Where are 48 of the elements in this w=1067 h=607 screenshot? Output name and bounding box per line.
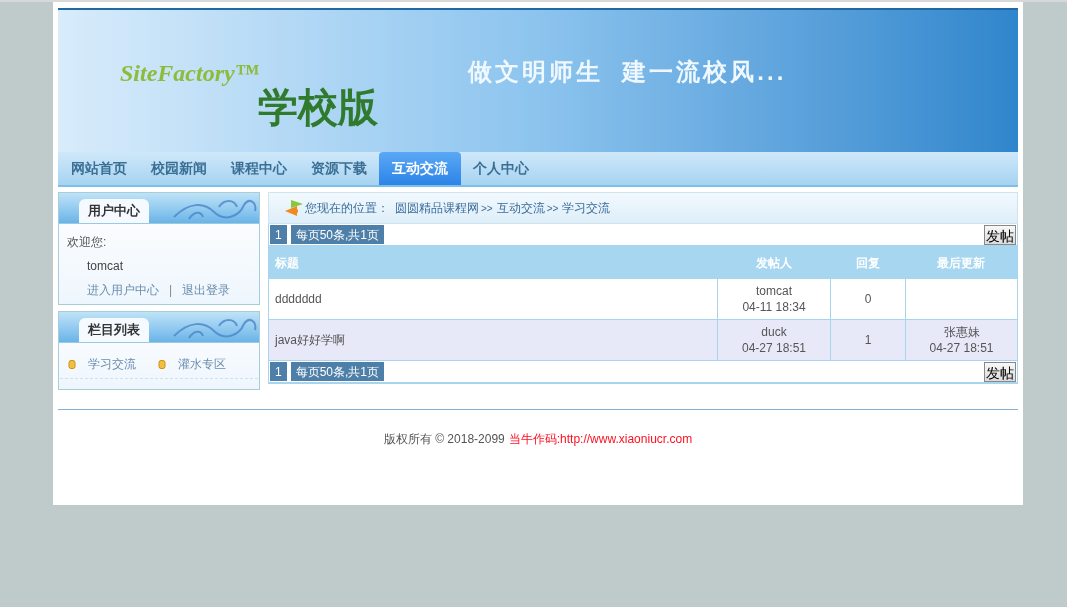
box-title: 用户中心: [79, 199, 149, 223]
link-separator: |: [169, 282, 173, 299]
nav-tab[interactable]: 个人中心: [461, 152, 541, 185]
breadcrumb-link[interactable]: 互动交流: [496, 199, 545, 217]
page-number[interactable]: 1: [270, 225, 287, 244]
topic-title-link[interactable]: java好好学啊: [269, 331, 717, 349]
breadcrumb-link[interactable]: 圆圆精品课程网: [395, 199, 479, 217]
credit-text: 当牛作码:http://www.xiaoniucr.com: [508, 431, 693, 448]
column-header: 发帖人: [754, 254, 793, 272]
banner-slogan: 做文明师生 建一流校风...: [468, 57, 787, 87]
column-link[interactable]: 学习交流: [88, 355, 136, 373]
copyright-text: 版权所有 © 2018-2099: [383, 431, 505, 448]
post-time: 04-11 18:34: [742, 299, 806, 315]
topic-title-link[interactable]: ddddddd: [269, 290, 717, 308]
last-reply-user: 张惠妹: [943, 324, 980, 340]
column-header: 最后更新: [936, 254, 986, 272]
last-reply-time: 04-27 18:51: [929, 340, 994, 356]
bullet-icon: [68, 359, 76, 369]
edition-title: 学校版: [258, 87, 378, 127]
breadcrumb-separator: >>: [481, 201, 493, 216]
username-text: tomcat: [86, 258, 124, 275]
poster-name: tomcat: [756, 283, 792, 299]
breadcrumb-separator: >>: [546, 201, 559, 216]
user-center-link[interactable]: 进入用户中心: [87, 281, 159, 299]
new-post-button[interactable]: 发帖: [984, 361, 1016, 382]
new-post-button[interactable]: 发帖: [984, 224, 1016, 245]
column-header: 标题: [274, 254, 300, 272]
page-info: 每页50条,共1页: [290, 362, 385, 381]
reply-count: 0: [864, 291, 872, 308]
reply-count: 1: [864, 332, 872, 349]
logout-link[interactable]: 退出登录: [182, 281, 231, 299]
page-info: 每页50条,共1页: [290, 225, 385, 244]
column-header: 回复: [854, 254, 881, 272]
poster-name: duck: [761, 324, 787, 340]
nav-tab[interactable]: 课程中心: [219, 152, 299, 185]
nav-tab[interactable]: 校园新闻: [139, 152, 219, 185]
bullet-icon: [158, 359, 166, 369]
page-number[interactable]: 1: [270, 362, 287, 381]
column-link[interactable]: 灌水专区: [178, 355, 226, 373]
post-time: 04-27 18:51: [741, 340, 807, 356]
welcome-text: 欢迎您:: [67, 234, 108, 251]
nav-tab[interactable]: 网站首页: [59, 152, 139, 185]
brand-logo-text: SiteFactory™: [120, 59, 260, 87]
breadcrumb-link[interactable]: 学习交流: [562, 199, 611, 217]
location-label: 您现在的位置：: [305, 200, 389, 217]
nav-tab[interactable]: 资源下载: [299, 152, 379, 185]
nav-tab[interactable]: 互动交流: [379, 152, 461, 185]
box-title: 栏目列表: [79, 318, 149, 342]
